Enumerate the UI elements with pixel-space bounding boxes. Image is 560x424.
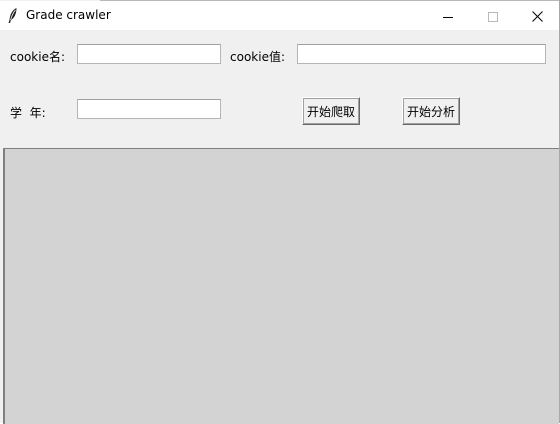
minimize-button[interactable] [425,2,470,31]
result-canvas [3,148,559,424]
maximize-icon [487,7,498,26]
year-input[interactable] [77,99,221,119]
start-crawl-button[interactable]: 开始爬取 [302,97,360,125]
title-bar[interactable]: Grade crawler [0,1,559,30]
minimize-icon [442,7,453,26]
cookie-value-label: cookie值: [230,50,285,64]
cookie-name-label: cookie名: [10,50,65,64]
close-icon [532,7,543,26]
start-analysis-button[interactable]: 开始分析 [402,97,460,125]
feather-icon [6,7,20,24]
close-button[interactable] [515,2,560,31]
cookie-name-input[interactable] [77,44,221,64]
year-label: 学 年: [10,106,46,120]
app-window: Grade crawler cookie名: cookie值: 学 年: 开始爬… [0,0,560,424]
window-title: Grade crawler [26,8,111,22]
cookie-value-input[interactable] [297,44,546,64]
maximize-button[interactable] [470,2,515,31]
